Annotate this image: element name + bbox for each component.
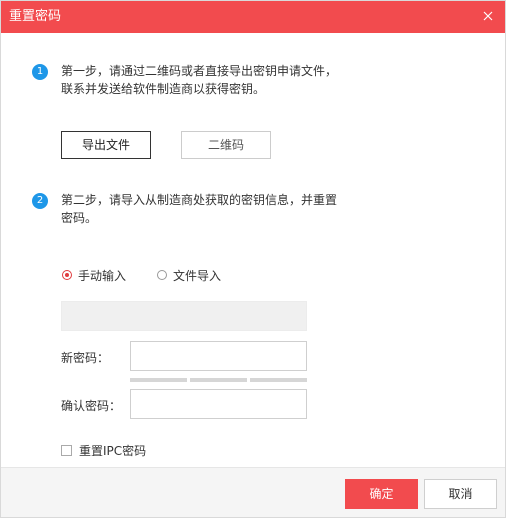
qrcode-button[interactable]: 二维码 (181, 131, 271, 159)
reset-ipc-label: 重置IPC密码 (79, 443, 147, 458)
reset-password-dialog: 重置密码 1 第一步，请通过二维码或者直接导出密钥申请文件， 联系并发送给软件制… (0, 0, 506, 518)
step-1-text: 第一步，请通过二维码或者直接导出密钥申请文件， 联系并发送给软件制造商以获得密钥… (61, 62, 361, 98)
confirm-password-label: 确认密码： (61, 399, 122, 413)
strength-segment-3 (250, 378, 307, 382)
password-strength-bar (130, 378, 307, 382)
new-password-label: 新密码： (61, 351, 110, 365)
close-icon[interactable] (481, 9, 495, 23)
key-input-field[interactable] (61, 301, 307, 331)
cancel-button[interactable]: 取消 (424, 479, 497, 509)
dialog-title: 重置密码 (9, 9, 62, 24)
radio-file-import[interactable]: 文件导入 (157, 267, 221, 283)
ok-button[interactable]: 确定 (345, 479, 418, 509)
step-2-line-1: 第二步，请导入从制造商处获取的密钥信息，并重置 (61, 193, 338, 207)
export-file-button[interactable]: 导出文件 (61, 131, 151, 159)
step-1-badge: 1 (32, 64, 48, 80)
radio-manual-label: 手动输入 (78, 268, 127, 283)
new-password-input[interactable] (130, 341, 307, 371)
step-2-line-2: 密码。 (61, 211, 98, 225)
radio-file-indicator[interactable] (157, 270, 167, 280)
reset-ipc-password-option[interactable]: 重置IPC密码 (61, 442, 146, 458)
reset-ipc-checkbox[interactable] (61, 444, 72, 456)
dialog-footer: 确定 取消 (1, 467, 505, 517)
step-2-text: 第二步，请导入从制造商处获取的密钥信息，并重置 密码。 (61, 191, 361, 227)
radio-manual-indicator[interactable] (62, 270, 72, 280)
confirm-password-input[interactable] (130, 389, 307, 419)
strength-segment-1 (130, 378, 187, 382)
step-1-line-1: 第一步，请通过二维码或者直接导出密钥申请文件， (61, 64, 338, 78)
step-2-badge: 2 (32, 193, 48, 209)
strength-segment-2 (190, 378, 247, 382)
radio-manual-input[interactable]: 手动输入 (62, 267, 126, 283)
step-1-line-2: 联系并发送给软件制造商以获得密钥。 (61, 82, 266, 96)
radio-file-label: 文件导入 (173, 268, 222, 283)
dialog-titlebar: 重置密码 (1, 1, 505, 33)
